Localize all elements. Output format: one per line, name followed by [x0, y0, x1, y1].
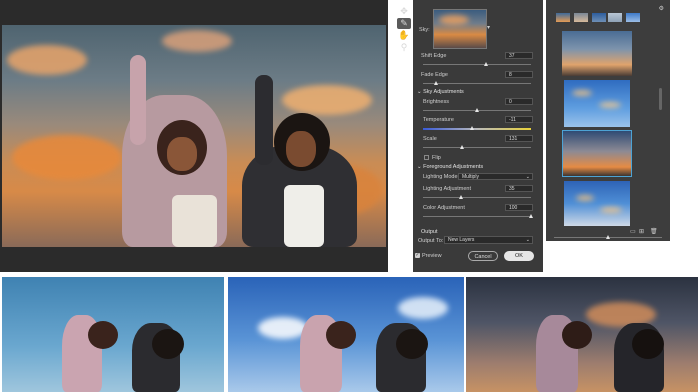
lighting-adjustment-slider-handle[interactable] — [458, 195, 463, 199]
sky-preset-dropdown[interactable]: ▾ — [487, 25, 493, 31]
shift-edge-slider[interactable] — [423, 62, 531, 66]
sky-preset-item[interactable] — [562, 31, 632, 76]
sky-group-thumb[interactable] — [608, 13, 622, 22]
fade-edge-label: Fade Edge — [421, 72, 448, 78]
move-tool-icon[interactable]: ✥ — [397, 6, 411, 17]
sky-adjustments-section[interactable]: ⌄ Sky Adjustments — [417, 89, 464, 95]
scale-field[interactable]: 131 — [505, 135, 533, 142]
temperature-label: Temperature — [423, 117, 454, 123]
preview-checkbox[interactable]: ✓ — [415, 253, 420, 258]
sky-replacement-panel: Sky: ▾ Shift Edge 37 Fade Edge 8 ⌄ Sky A… — [413, 0, 543, 272]
color-adjustment-slider[interactable] — [423, 214, 533, 218]
preview-label: Preview — [422, 253, 442, 259]
scale-slider-handle[interactable] — [459, 145, 464, 149]
thumbnail-size-slider[interactable] — [554, 235, 662, 239]
output-header: Output — [421, 229, 438, 235]
brightness-slider[interactable] — [423, 108, 531, 112]
sky-preset-item[interactable] — [564, 181, 630, 226]
color-adjustment-field[interactable]: 100 — [505, 204, 533, 211]
sky-group-thumb[interactable] — [592, 13, 606, 22]
sky-group-thumb[interactable] — [556, 13, 570, 22]
lighting-mode-select[interactable]: Multiply ⌄ — [458, 173, 533, 180]
fade-edge-slider-handle[interactable] — [433, 81, 438, 85]
lighting-adjustment-field[interactable]: 35 — [505, 185, 533, 192]
scale-label: Scale — [423, 136, 437, 142]
temperature-slider[interactable] — [423, 126, 531, 130]
hand-tool-icon[interactable]: ✋ — [397, 30, 411, 41]
shift-edge-field[interactable]: 37 — [505, 52, 533, 59]
flip-checkbox[interactable] — [424, 155, 429, 160]
sky-presets-gallery: ⚙ ▭ ⊞ 🗑 — [546, 0, 670, 241]
temperature-field[interactable]: -11 — [505, 116, 533, 123]
trash-icon[interactable]: 🗑 — [650, 228, 658, 235]
output-to-value: New Layers — [448, 237, 475, 243]
flip-label: Flip — [432, 155, 441, 161]
cancel-button[interactable]: Cancel — [468, 251, 498, 261]
add-sky-icon[interactable]: ⊞ — [639, 228, 644, 235]
sky-preset-item[interactable] — [564, 80, 630, 127]
result-image-sunset-sky — [466, 277, 698, 392]
lighting-mode-label: Lighting Mode: — [423, 174, 460, 180]
photo-canvas[interactable] — [2, 25, 386, 247]
gallery-scrollbar[interactable] — [659, 88, 662, 110]
scale-slider[interactable] — [423, 145, 531, 149]
sky-adjustments-header: Sky Adjustments — [423, 89, 464, 95]
color-adjustment-label: Color Adjustment — [423, 205, 465, 211]
new-folder-icon[interactable]: ▭ — [630, 228, 636, 235]
output-to-select[interactable]: New Layers ⌄ — [444, 236, 533, 244]
foreground-adjustments-section[interactable]: ⌄ Foreground Adjustments — [417, 164, 483, 170]
document-window — [0, 0, 388, 272]
output-to-label: Output To: — [418, 238, 444, 244]
sky-group-thumb[interactable] — [626, 13, 640, 22]
ok-button[interactable]: OK — [504, 251, 534, 261]
lighting-mode-value: Multiply — [462, 174, 479, 180]
foreground-header: Foreground Adjustments — [423, 164, 484, 170]
lighting-adjustment-label: Lighting Adjustment — [423, 186, 472, 192]
sky-preset-thumbnail[interactable] — [433, 9, 487, 49]
sky-brush-icon[interactable]: ✎ — [397, 18, 411, 29]
chevron-down-icon: ⌄ — [525, 237, 530, 243]
brightness-field[interactable]: 0 — [505, 98, 533, 105]
fade-edge-slider[interactable] — [423, 81, 531, 85]
shift-edge-label: Shift Edge — [421, 53, 447, 59]
result-image-clear-sky — [2, 277, 224, 392]
sky-group-thumb[interactable] — [574, 13, 588, 22]
temperature-slider-handle[interactable] — [469, 126, 474, 130]
lighting-adjustment-slider[interactable] — [423, 195, 531, 199]
fade-edge-field[interactable]: 8 — [505, 71, 533, 78]
brightness-label: Brightness — [423, 99, 449, 105]
result-image-cloudy-sky — [228, 277, 464, 392]
gear-icon[interactable]: ⚙ — [659, 5, 664, 12]
chevron-down-icon: ⌄ — [525, 174, 530, 180]
brightness-slider-handle[interactable] — [475, 108, 479, 112]
color-adjustment-slider-handle[interactable] — [529, 214, 533, 218]
sky-preset-item-selected[interactable] — [562, 130, 632, 177]
zoom-tool-icon[interactable]: ⚲ — [397, 42, 411, 53]
thumbnail-size-slider-handle[interactable] — [606, 235, 610, 239]
sky-label: Sky: — [419, 27, 430, 33]
shift-edge-slider-handle[interactable] — [483, 62, 488, 66]
